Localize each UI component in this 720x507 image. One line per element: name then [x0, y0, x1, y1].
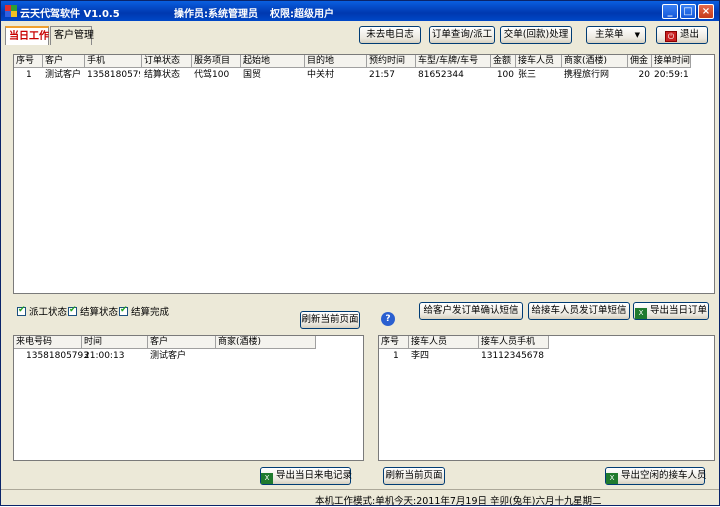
settlement-complete-checkbox[interactable]: 结算完成 — [119, 304, 169, 318]
table-cell: 21:57 — [369, 70, 395, 80]
check-icon — [17, 305, 26, 316]
table-row[interactable]: 1 李四 13112345678 — [379, 350, 549, 363]
column-header[interactable]: 客户 — [43, 55, 85, 68]
check-icon — [119, 305, 128, 316]
table-cell: 李四 — [411, 351, 430, 361]
column-header[interactable]: 车型/车牌/车号 — [416, 55, 491, 68]
column-header[interactable]: 金额 — [491, 55, 516, 68]
export-orders-label: 导出当日订单 — [649, 305, 707, 316]
column-header[interactable]: 目的地 — [305, 55, 367, 68]
column-header[interactable]: 起始地 — [241, 55, 305, 68]
table-cell: 100 — [496, 70, 514, 80]
column-header[interactable]: 时间 — [82, 336, 148, 349]
column-header[interactable]: 接车人员手机 — [479, 336, 549, 349]
table-row[interactable]: 1测试客户13581805793结算状态代驾100国贸中关村21:5781652… — [14, 69, 691, 82]
column-header[interactable]: 序号 — [14, 55, 43, 68]
exit-icon: ⏻ — [664, 31, 677, 42]
table-cell: 81652344 — [418, 70, 464, 80]
export-calls-button[interactable]: X 导出当日来电记录 — [260, 467, 353, 485]
app-window: 云天代驾软件 V1.0.5 操作员:系统管理员 权限:超级用户 _ □ × 当日… — [0, 0, 720, 507]
app-icon — [5, 5, 17, 17]
table-cell: 代驾100 — [194, 70, 230, 80]
export-calls-label: 导出当日来电记录 — [276, 470, 353, 481]
maximize-button[interactable]: □ — [680, 4, 696, 19]
column-header[interactable]: 接单时间 — [652, 55, 691, 68]
date-label: 今天:2011年7月19日 辛卯(兔年)六月十九 — [394, 496, 574, 507]
column-header[interactable]: 手机 — [85, 55, 142, 68]
minimize-button[interactable]: _ — [662, 4, 678, 19]
operator-label: 操作员:系统管理员 — [174, 9, 258, 20]
permission-label: 权限:超级用户 — [270, 9, 334, 20]
status-bar: 本机工作模式:单机 今天:2011年7月19日 辛卯(兔年)六月十九 星期二 — [1, 489, 719, 507]
missed-calls-button[interactable]: 未去电日志 — [359, 26, 421, 44]
column-header[interactable]: 预约时间 — [367, 55, 416, 68]
title-bar[interactable]: 云天代驾软件 V1.0.5 操作员:系统管理员 权限:超级用户 _ □ × — [1, 1, 719, 21]
refresh-orders-button[interactable]: 刷新当前页面 — [300, 311, 360, 329]
main-menu-dropdown[interactable]: 主菜单 ▼ — [586, 26, 646, 44]
sms-driver-button[interactable]: 给接车人员发订单短信 — [528, 302, 630, 320]
order-query-button[interactable]: 订单查询/派工 — [429, 26, 495, 44]
table-cell: 国贸 — [243, 70, 262, 80]
column-header[interactable]: 商家(酒楼) — [216, 336, 316, 349]
excel-icon: X — [634, 308, 647, 319]
exit-label: 退出 — [679, 29, 699, 40]
table-cell: 张三 — [518, 70, 537, 80]
column-header[interactable]: 客户 — [148, 336, 216, 349]
table-cell — [218, 350, 314, 363]
table-cell: 测试客户 — [45, 70, 82, 80]
column-header[interactable]: 订单状态 — [142, 55, 192, 68]
drivers-table[interactable]: 序号 接车人员 接车人员手机 1 李四 13112345678 — [378, 335, 715, 461]
window-title: 云天代驾软件 V1.0.5 — [20, 9, 120, 20]
column-header[interactable]: 佣金 — [628, 55, 652, 68]
settlement-complete-label: 结算完成 — [131, 307, 170, 318]
table-cell: 中关村 — [307, 70, 335, 80]
sms-customer-button[interactable]: 给客户发订单确认短信 — [419, 302, 523, 320]
dispatch-status-label: 派工状态 — [29, 307, 68, 318]
export-idle-drivers-button[interactable]: X 导出空闲的接车人员 — [605, 467, 707, 485]
orders-table[interactable]: 序号 客户 手机 订单状态 服务项目 起始地 目的地 预约时间 车型/车牌/车号 金额 接车人员 商家… — [13, 54, 715, 294]
main-menu-label: 主菜单 — [595, 29, 624, 40]
export-orders-button[interactable]: X 导出当日订单 — [633, 302, 709, 320]
column-header[interactable]: 接车人员 — [516, 55, 562, 68]
column-header[interactable]: 商家(酒楼) — [562, 55, 628, 68]
table-cell: 结算状态 — [144, 70, 181, 80]
table-cell: 20:59:14 — [654, 70, 689, 80]
table-cell: 13112345678 — [481, 351, 544, 361]
table-cell: 13581805793 — [87, 70, 140, 80]
table-cell: 20 — [638, 70, 650, 80]
excel-icon: X — [261, 473, 273, 484]
help-icon[interactable]: ? — [381, 312, 395, 326]
refresh-page-button[interactable]: 刷新当前页面 — [383, 467, 445, 485]
table-cell: 21:00:13 — [84, 351, 125, 361]
weekday-label: 星期二 — [573, 496, 602, 507]
column-header[interactable]: 接车人员 — [409, 336, 479, 349]
check-icon — [68, 305, 77, 316]
table-cell: 携程旅行网 — [564, 70, 610, 80]
tab-daily-work[interactable]: 当日工作 — [5, 26, 49, 45]
table-row[interactable]: 13581805793 21:00:13 测试客户 — [14, 350, 316, 363]
exit-button[interactable]: ⏻ 退出 — [656, 26, 708, 44]
export-idle-drivers-label: 导出空闲的接车人员 — [621, 470, 707, 481]
settlement-status-checkbox[interactable]: 结算状态 — [68, 304, 118, 318]
dispatch-status-checkbox[interactable]: 派工状态 — [17, 304, 67, 318]
table-cell: 13581805793 — [26, 351, 89, 361]
chevron-down-icon: ▼ — [634, 31, 640, 39]
close-button[interactable]: × — [698, 4, 714, 19]
excel-icon: X — [606, 473, 618, 484]
column-header[interactable]: 序号 — [379, 336, 409, 349]
settlement-status-label: 结算状态 — [80, 307, 119, 318]
column-header[interactable]: 来电号码 — [14, 336, 82, 349]
work-mode-label: 本机工作模式:单机 — [315, 496, 395, 507]
tab-customer-management[interactable]: 客户管理 — [50, 26, 94, 45]
settle-button[interactable]: 交单(回款)处理 — [500, 26, 572, 44]
calls-table[interactable]: 来电号码 时间 客户 商家(酒楼) 13581805793 21:00:13 测试客户 — [13, 335, 364, 461]
table-cell: 测试客户 — [150, 351, 187, 361]
column-header[interactable]: 服务项目 — [192, 55, 241, 68]
